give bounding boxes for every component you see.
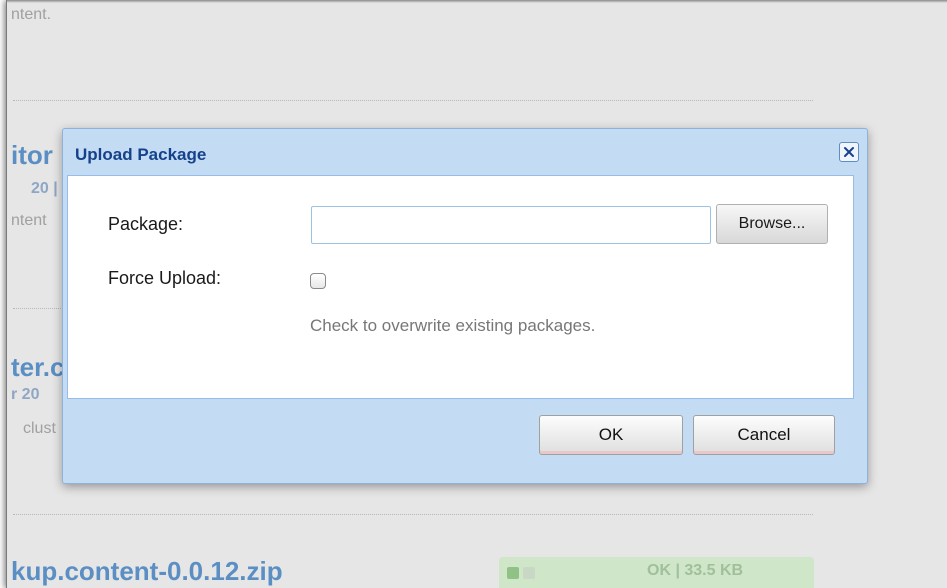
ok-button[interactable]: OK — [539, 415, 683, 455]
cancel-button[interactable]: Cancel — [693, 415, 835, 455]
background-item-meta: 20 | — [31, 180, 58, 197]
divider — [13, 100, 813, 101]
package-input[interactable] — [311, 206, 711, 244]
close-icon — [844, 147, 854, 157]
background-item-desc: clust — [23, 420, 56, 437]
background-item-meta: r 20 — [11, 386, 40, 403]
force-upload-checkbox[interactable] — [310, 273, 326, 289]
background-item-desc: ntent — [11, 212, 47, 229]
background-item-title[interactable]: kup.content-0.0.12.zip — [11, 556, 283, 587]
package-label: Package: — [108, 214, 184, 234]
force-upload-hint: Check to overwrite existing packages. — [310, 316, 596, 335]
window-edge — [7, 0, 947, 3]
background-item-title[interactable]: ter.c — [11, 352, 65, 383]
background-text: ntent. — [11, 6, 52, 23]
dialog-title: Upload Package — [75, 145, 207, 164]
status-text: OK | 33.5 KB — [647, 562, 744, 579]
background-item-title[interactable]: itor — [11, 140, 53, 171]
close-button[interactable] — [839, 142, 859, 162]
force-upload-label: Force Upload: — [108, 268, 222, 288]
upload-package-dialog: Upload Package Package: Browse... Force … — [62, 128, 868, 484]
status-indicator-icon — [507, 567, 519, 579]
browse-button[interactable]: Browse... — [716, 204, 828, 244]
dialog-body: Package: Browse... Force Upload: Check t… — [67, 175, 854, 399]
divider — [13, 514, 813, 515]
status-indicator-icon — [523, 567, 535, 579]
